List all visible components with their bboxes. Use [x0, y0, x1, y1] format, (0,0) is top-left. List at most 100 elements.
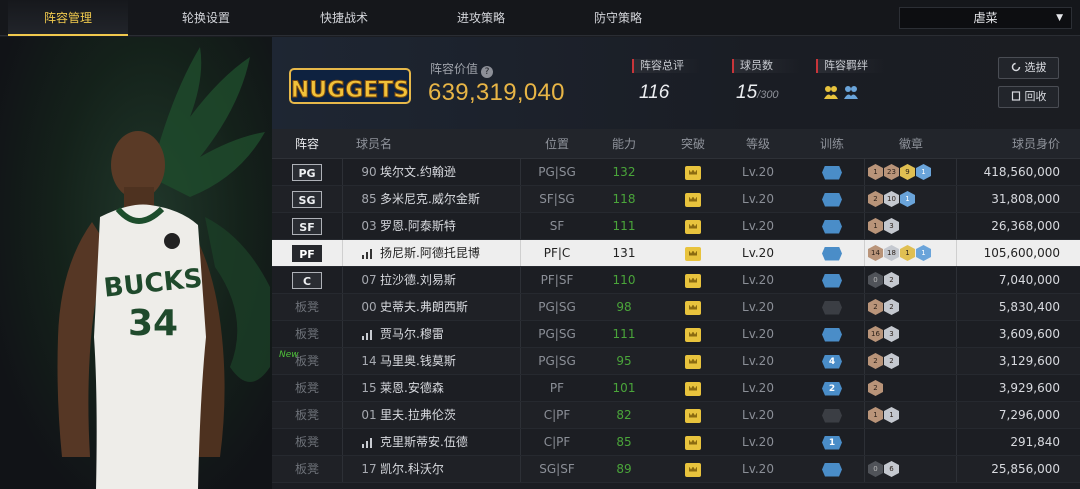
slot-cell[interactable]: 板凳: [272, 402, 342, 429]
breakthrough-cell[interactable]: [656, 402, 730, 429]
slot-cell[interactable]: C: [272, 267, 342, 294]
training-icon[interactable]: [822, 408, 842, 423]
training-cell[interactable]: [802, 267, 862, 294]
player-name[interactable]: 凯尔.科沃尔: [380, 456, 520, 483]
player-name[interactable]: 贾马尔.穆雷: [380, 321, 520, 348]
table-row[interactable]: New 板凳 14 马里奥.钱莫斯 PG|SG 95 Lv.20 4 22 3,…: [272, 348, 1080, 375]
help-icon[interactable]: ?: [481, 66, 494, 78]
bench-label: 板凳: [294, 327, 319, 341]
training-cell[interactable]: [802, 240, 862, 267]
badge-list[interactable]: 1 23 9 1: [868, 164, 932, 181]
table-row[interactable]: SF 03 罗恩.阿泰斯特 SF 111 Lv.20 13 26,368,000: [272, 213, 1080, 240]
badge-list[interactable]: 11: [868, 407, 900, 424]
slot-cell[interactable]: PG: [272, 159, 342, 186]
training-icon[interactable]: [822, 273, 842, 288]
table-row[interactable]: 板凳 00 史蒂夫.弗朗西斯 PG|SG 98 Lv.20 22 5,830,4…: [272, 294, 1080, 321]
breakthrough-cell[interactable]: [656, 240, 730, 267]
table-row[interactable]: PG 90 埃尔文.约翰逊 PG|SG 132 Lv.20 1 23 9 1 418,…: [272, 159, 1080, 186]
slot-cell[interactable]: 板凳: [272, 321, 342, 348]
training-icon[interactable]: [822, 165, 842, 180]
slot-cell[interactable]: 板凳: [272, 456, 342, 483]
table-row[interactable]: C 07 拉沙德.刘易斯 PF|SF 110 Lv.20 02 7,040,00…: [272, 267, 1080, 294]
lineup-select-dropdown[interactable]: 虐菜 ▼: [899, 7, 1072, 29]
tab-defense-strategy[interactable]: 防守策略: [558, 0, 678, 36]
table-row[interactable]: 板凳 贾马尔.穆雷 PG|SG 111 Lv.20 16 3 3,609,600: [272, 321, 1080, 348]
badge-list[interactable]: 13: [868, 218, 900, 235]
bench-label: 板凳: [294, 435, 319, 449]
slot-cell[interactable]: SF: [272, 213, 342, 240]
tab-quick-tactics[interactable]: 快捷战术: [284, 0, 404, 36]
player-name[interactable]: 罗恩.阿泰斯特: [380, 213, 520, 240]
training-cell[interactable]: [802, 213, 862, 240]
slot-cell[interactable]: 板凳: [272, 429, 342, 456]
slot-cell[interactable]: 板凳: [272, 348, 342, 375]
training-icon[interactable]: 1: [822, 435, 842, 450]
table-row[interactable]: PF 扬尼斯.阿德托昆博 PF|C 131 Lv.20 14 18 1 1 105,6…: [272, 240, 1080, 267]
training-cell[interactable]: 2: [802, 375, 862, 402]
tab-rotation-settings[interactable]: 轮换设置: [146, 0, 266, 36]
tab-lineup-management[interactable]: 阵容管理: [8, 0, 128, 36]
breakthrough-cell[interactable]: [656, 429, 730, 456]
training-cell[interactable]: [802, 456, 862, 483]
player-name[interactable]: 莱恩.安德森: [380, 375, 520, 402]
badge-list[interactable]: 2 10 1: [868, 191, 916, 208]
breakthrough-cell[interactable]: [656, 267, 730, 294]
training-icon[interactable]: [822, 219, 842, 234]
slot-cell[interactable]: PF: [272, 240, 342, 267]
badge-list[interactable]: 14 18 1 1: [868, 245, 932, 262]
badge-list[interactable]: 2: [868, 380, 884, 397]
bond-gold-icon[interactable]: [823, 84, 839, 100]
training-cell[interactable]: [802, 159, 862, 186]
top-tab-bar: 阵容管理 轮换设置 快捷战术 进攻策略 防守策略 虐菜 ▼: [0, 0, 1080, 36]
breakthrough-cell[interactable]: [656, 213, 730, 240]
number-cell: 15: [356, 375, 382, 402]
table-row[interactable]: 板凳 01 里夫.拉弗伦茨 C|PF 82 Lv.20 11 7,296,000: [272, 402, 1080, 429]
breakthrough-cell[interactable]: [656, 159, 730, 186]
table-row[interactable]: 板凳 15 莱恩.安德森 PF 101 Lv.20 2 2 3,929,600: [272, 375, 1080, 402]
training-icon[interactable]: [822, 300, 842, 315]
training-cell[interactable]: 1: [802, 429, 862, 456]
table-row[interactable]: 板凳 克里斯蒂安.伍德 C|PF 85 Lv.20 1 291,840: [272, 429, 1080, 456]
training-cell[interactable]: 4: [802, 348, 862, 375]
training-icon[interactable]: [822, 462, 842, 477]
badge-list[interactable]: 22: [868, 353, 900, 370]
position-slot-badge: PG: [292, 164, 322, 181]
training-cell[interactable]: [802, 186, 862, 213]
player-name[interactable]: 扬尼斯.阿德托昆博: [380, 240, 520, 267]
player-name[interactable]: 史蒂夫.弗朗西斯: [380, 294, 520, 321]
breakthrough-cell[interactable]: [656, 348, 730, 375]
training-cell[interactable]: [802, 321, 862, 348]
training-icon[interactable]: 2: [822, 381, 842, 396]
player-name[interactable]: 埃尔文.约翰逊: [380, 159, 520, 186]
player-name[interactable]: 拉沙德.刘易斯: [380, 267, 520, 294]
training-icon[interactable]: 4: [822, 354, 842, 369]
slot-cell[interactable]: SG: [272, 186, 342, 213]
table-row[interactable]: 板凳 17 凯尔.科沃尔 SG|SF 89 Lv.20 06 25,856,00…: [272, 456, 1080, 483]
training-icon[interactable]: [822, 192, 842, 207]
breakthrough-cell[interactable]: [656, 321, 730, 348]
player-name[interactable]: 克里斯蒂安.伍德: [380, 429, 520, 456]
player-name[interactable]: 马里奥.钱莫斯: [380, 348, 520, 375]
training-icon[interactable]: [822, 246, 842, 261]
badge-list[interactable]: 22: [868, 299, 900, 316]
breakthrough-cell[interactable]: [656, 294, 730, 321]
breakthrough-cell[interactable]: [656, 375, 730, 402]
tab-offense-strategy[interactable]: 进攻策略: [421, 0, 541, 36]
badge-list[interactable]: 02: [868, 272, 900, 289]
training-cell[interactable]: [802, 294, 862, 321]
player-name[interactable]: 多米尼克.威尔金斯: [380, 186, 520, 213]
training-icon[interactable]: [822, 327, 842, 342]
badge-list[interactable]: 06: [868, 461, 900, 478]
crown-icon: [685, 246, 701, 261]
training-cell[interactable]: [802, 402, 862, 429]
slot-cell[interactable]: 板凳: [272, 375, 342, 402]
breakthrough-cell[interactable]: [656, 186, 730, 213]
badge-list[interactable]: 16 3: [868, 326, 900, 343]
player-name[interactable]: 里夫.拉弗伦茨: [380, 402, 520, 429]
table-row[interactable]: SG 85 多米尼克.威尔金斯 SF|SG 118 Lv.20 2 10 1 31,…: [272, 186, 1080, 213]
pick-button[interactable]: 选拔: [998, 57, 1059, 79]
breakthrough-cell[interactable]: [656, 456, 730, 483]
recycle-button[interactable]: 回收: [998, 86, 1059, 108]
bond-blue-icon[interactable]: [843, 84, 859, 100]
slot-cell[interactable]: 板凳: [272, 294, 342, 321]
